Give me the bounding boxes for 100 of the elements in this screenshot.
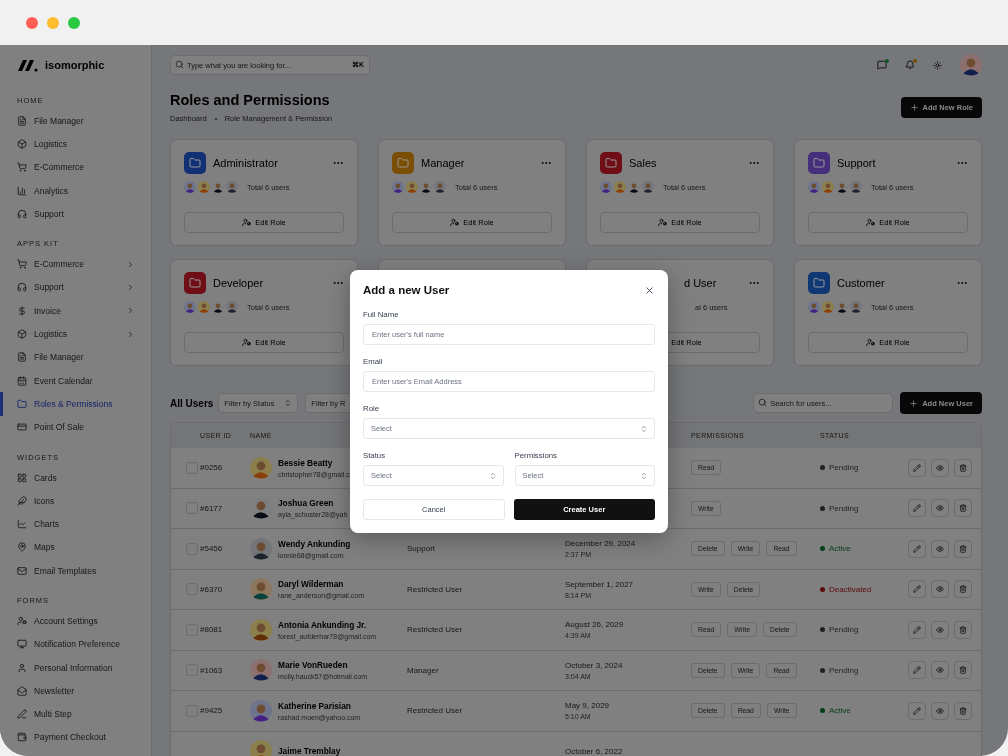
status-text: Active <box>829 544 851 554</box>
avatar <box>212 181 224 193</box>
search-icon <box>758 398 768 407</box>
map-pin-icon <box>17 542 27 553</box>
edit-button[interactable] <box>908 620 926 639</box>
monitor-icon <box>17 639 27 650</box>
trash-icon <box>959 706 967 715</box>
sidebar-item[interactable]: Event Calendar <box>0 368 151 393</box>
avatar <box>808 301 820 313</box>
sidebar-item[interactable]: Multi Step <box>0 702 151 726</box>
status-text: Deactivated <box>829 584 872 594</box>
search-icon <box>175 60 184 69</box>
delete-button[interactable] <box>954 499 972 518</box>
bell-icon[interactable] <box>905 60 915 70</box>
avatar <box>406 181 418 193</box>
sidebar-item[interactable]: Personal Information <box>0 655 151 680</box>
sidebar-item[interactable]: Point Of Sale <box>0 415 151 439</box>
user-role: Restricted User <box>407 584 464 594</box>
status-text: Active <box>829 706 851 716</box>
sidebar-item[interactable]: Support <box>0 202 151 226</box>
edit-button[interactable] <box>908 539 926 558</box>
sidebar-item[interactable]: Roles & Permissions <box>0 392 151 416</box>
pencil-icon <box>913 625 921 634</box>
sidebar-item[interactable]: Logistics <box>0 322 151 346</box>
eye-icon <box>936 585 944 594</box>
sidebar-item[interactable]: Account Settings <box>0 609 151 633</box>
chevrons-icon <box>284 399 293 407</box>
view-button[interactable] <box>931 580 949 599</box>
user-gear-icon <box>658 218 668 227</box>
sidebar-item[interactable]: File Manager <box>0 109 151 133</box>
eye-icon <box>936 625 944 634</box>
mail-icon <box>17 565 27 576</box>
sidebar-item[interactable]: Analytics <box>0 178 151 203</box>
avatar <box>822 181 834 193</box>
role-title: Administrator <box>213 157 278 169</box>
sidebar-item[interactable]: E-Commerce <box>0 155 151 179</box>
status-text: Pending <box>829 665 859 675</box>
user-name: Marie VonRueden <box>278 660 349 671</box>
sidebar-item[interactable]: Support <box>0 275 151 300</box>
feather-icon <box>17 495 27 506</box>
user-role: Restricted User <box>407 625 464 635</box>
view-button[interactable] <box>931 458 949 477</box>
delete-button[interactable] <box>954 539 972 558</box>
plus-icon <box>909 103 919 112</box>
sidebar-item[interactable]: E-Commerce <box>0 252 151 276</box>
sun-icon[interactable] <box>933 60 942 70</box>
user-id: #8081 <box>200 625 224 635</box>
avatar <box>226 181 238 193</box>
close-icon <box>644 284 655 296</box>
sidebar-item[interactable]: Icons <box>0 489 151 513</box>
view-button[interactable] <box>931 539 949 558</box>
sidebar-item[interactable]: Invoice <box>0 299 151 323</box>
view-button[interactable] <box>931 620 949 639</box>
window-control[interactable] <box>47 16 59 29</box>
delete-button[interactable] <box>954 458 972 477</box>
delete-button[interactable] <box>954 661 972 680</box>
edit-button[interactable] <box>908 458 926 477</box>
sidebar-item[interactable]: Logistics <box>0 132 151 156</box>
window-control[interactable] <box>68 16 80 29</box>
grid-icon <box>17 472 27 483</box>
sidebar-item[interactable]: Newsletter <box>0 679 151 703</box>
created-date: May 9, 2029 <box>565 701 611 711</box>
sidebar-item[interactable]: Email Templates <box>0 559 151 583</box>
avatar <box>198 301 210 313</box>
user-gear-icon <box>866 218 876 227</box>
profile-avatar[interactable] <box>960 54 982 76</box>
close-button[interactable] <box>644 284 655 296</box>
view-button[interactable] <box>931 701 949 720</box>
sidebar-item[interactable]: Payment Checkout <box>0 725 151 750</box>
folder-icon <box>17 398 27 409</box>
sidebar-item[interactable]: Cards <box>0 465 151 490</box>
avatar <box>822 301 834 313</box>
created-date: August 26, 2029 <box>565 620 625 630</box>
window-control[interactable] <box>26 16 38 29</box>
avatar <box>836 301 848 313</box>
message-icon[interactable] <box>877 60 887 70</box>
pencil-icon <box>913 463 921 472</box>
avatar <box>250 740 272 756</box>
box-icon <box>17 138 27 149</box>
view-button[interactable] <box>931 661 949 680</box>
delete-button[interactable] <box>954 620 972 639</box>
edit-button[interactable] <box>908 661 926 680</box>
sidebar-item[interactable]: Notification Preference <box>0 632 151 656</box>
delete-button[interactable] <box>954 580 972 599</box>
avatar <box>850 181 862 193</box>
avatar <box>850 301 862 313</box>
card-icon <box>17 422 27 433</box>
sidebar-item[interactable]: File Manager <box>0 345 151 369</box>
cart-icon <box>17 259 27 270</box>
edit-button[interactable] <box>908 580 926 599</box>
view-button[interactable] <box>931 499 949 518</box>
role-title: d User <box>684 277 717 289</box>
edit-button[interactable] <box>908 499 926 518</box>
avatar <box>836 181 848 193</box>
created-date: December 29, 2024 <box>565 539 637 549</box>
sidebar-item[interactable]: Charts <box>0 512 151 536</box>
edit-button[interactable] <box>908 701 926 720</box>
avatar <box>642 181 654 193</box>
sidebar-item[interactable]: Maps <box>0 535 151 560</box>
delete-button[interactable] <box>954 701 972 720</box>
